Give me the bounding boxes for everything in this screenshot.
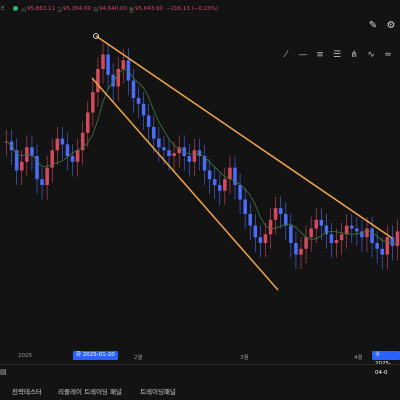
candle-body <box>294 243 298 255</box>
bottom-panel-tabs: 전략테스터 리플레이 트레이딩 패널 트레이딩패널 <box>0 384 400 398</box>
candle-body <box>85 112 90 133</box>
candle-body <box>273 208 278 220</box>
candle-body <box>60 138 65 145</box>
candle-body <box>146 115 151 127</box>
candle-body <box>385 237 390 255</box>
candle-body <box>55 138 60 151</box>
candle-body <box>248 214 253 226</box>
candle-body <box>121 60 126 69</box>
candle-body <box>390 237 395 246</box>
channel-lower-line[interactable] <box>91 77 279 291</box>
candle-body <box>380 248 385 255</box>
candle-body <box>238 185 242 200</box>
candle-body <box>106 54 110 75</box>
candle-body <box>228 167 232 180</box>
panel-toggle-icon[interactable]: ▤ <box>0 368 7 376</box>
candle-body <box>370 228 374 243</box>
candle-body <box>157 138 161 148</box>
panel-divider <box>0 364 400 365</box>
candle-body <box>212 179 217 185</box>
candle-body <box>101 54 105 69</box>
candle-body <box>136 98 141 104</box>
candle-body <box>375 243 379 249</box>
right-date-badge: 수 2025-04-0 <box>372 351 400 376</box>
candle-body <box>192 150 197 162</box>
candle-body <box>91 92 95 113</box>
cursor-date-badge: 화 2025-01-20 <box>73 351 118 360</box>
candle-body <box>96 69 100 93</box>
candle-body <box>19 161 24 171</box>
candle-body <box>304 237 308 249</box>
candle-body <box>70 156 75 162</box>
tab-strategy-tester[interactable]: 전략테스터 <box>12 386 42 396</box>
candle-body <box>319 219 324 226</box>
time-label-apr: 4월 <box>354 355 363 361</box>
candle-body <box>339 234 344 241</box>
candle-body <box>365 228 369 238</box>
candle-body <box>263 234 268 243</box>
candle-body <box>167 150 171 156</box>
candle-body <box>40 179 44 185</box>
candle-body <box>314 219 319 229</box>
candle-body <box>172 153 176 156</box>
candle-body <box>131 80 136 98</box>
candle-body <box>111 74 115 87</box>
candle-body <box>329 234 334 243</box>
candle-body <box>223 179 227 191</box>
candle-body <box>344 225 349 235</box>
candle-body <box>258 237 263 243</box>
moving-average-line <box>6 68 398 244</box>
candle-body <box>278 208 283 214</box>
candle-body <box>309 228 313 238</box>
candle-body <box>162 147 166 151</box>
candle-body <box>268 219 273 235</box>
candle-body <box>289 225 293 243</box>
candle-body <box>65 144 70 156</box>
candle-body <box>299 248 303 255</box>
candle-body <box>151 127 156 139</box>
candle-body <box>349 225 354 229</box>
tab-trading-panel[interactable]: 트레이딩패널 <box>140 386 176 396</box>
candle-body <box>187 156 192 162</box>
candle-body <box>217 185 222 191</box>
candle-body <box>207 170 212 180</box>
candle-body <box>253 225 258 238</box>
candle-body <box>14 150 19 171</box>
time-label-2025: 2025 <box>18 353 32 359</box>
candle-body <box>45 167 49 185</box>
candle-body <box>334 240 339 243</box>
time-label-feb: 2월 <box>134 355 143 361</box>
candle-body <box>75 150 80 162</box>
candle-body <box>355 228 359 232</box>
candle-body <box>243 199 247 214</box>
tab-replay-trading[interactable]: 리플레이 트레이딩 패널 <box>58 386 122 396</box>
candle-body <box>116 69 121 87</box>
time-label-mar: 3월 <box>240 355 249 361</box>
price-chart[interactable] <box>0 0 400 350</box>
candle-body <box>141 103 146 116</box>
